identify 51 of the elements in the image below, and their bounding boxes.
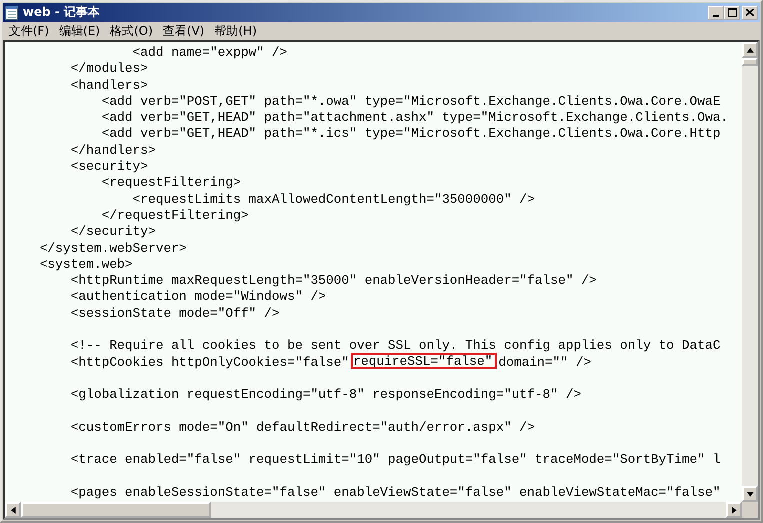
scroll-right-button[interactable] [726, 502, 742, 518]
code-line: <add verb="POST,GET" path="*.owa" type="Microsoft.Exchange.Clients.Owa.Core.OwaE [100, 94, 721, 110]
vertical-scrollbar[interactable] [742, 42, 758, 502]
scroll-left-button[interactable] [5, 502, 21, 518]
code-line: domain="" /> [498, 354, 592, 371]
scroll-down-button[interactable] [742, 486, 758, 502]
code-line: <pages enableSessionState="false" enableViewState="false" enableViewStateMac="false" [70, 485, 721, 502]
code-line: </security> [70, 224, 156, 241]
code-line: </requestFiltering> [100, 208, 249, 224]
code-line: <customErrors mode="On" defaultRedirect="auth/error.aspx" /> [70, 420, 536, 436]
menu-item[interactable]: 格式(O) [106, 22, 160, 40]
close-button[interactable] [742, 6, 758, 20]
code-line: <security> [70, 159, 148, 176]
code-line: <httpCookies httpOnlyCookies="false" [70, 354, 350, 371]
minimize-button[interactable] [708, 6, 724, 20]
code-line: <globalization requestEncoding="utf-8" responseEncoding="utf-8" /> [70, 387, 582, 404]
code-line: <handlers> [70, 78, 148, 94]
window-title: web - 记事本 [23, 4, 102, 21]
scroll-thumb[interactable] [742, 58, 758, 66]
code-line: <requestFiltering> [100, 175, 242, 192]
code-line: <add verb="GET,HEAD" path="attachment.ashx" type="Microsoft.Exchange.Clients.Owa. [100, 110, 728, 126]
code-line: <requestLimits maxAllowedContentLength="35000000" /> [132, 192, 536, 208]
code-line: <add name="exppw" /> [132, 45, 288, 62]
minimize-icon [713, 14, 719, 16]
scroll-thumb[interactable] [21, 502, 211, 518]
code-line: <add verb="GET,HEAD" path="*.ics" type="Microsoft.Exchange.Clients.Owa.Core.Http [100, 126, 721, 143]
code-line: </system.webServer> [38, 240, 187, 257]
left-arrow-icon [10, 506, 16, 514]
right-arrow-icon [732, 506, 736, 514]
code-line: <sessionState mode="Off" /> [70, 306, 280, 322]
highlighted-text: requireSSL="false" [351, 352, 497, 369]
menu-item[interactable]: 文件(F) [5, 22, 56, 40]
code-line: <authentication mode="Windows" /> [70, 289, 326, 306]
notepad-icon [5, 4, 19, 20]
menu-item[interactable]: 查看(V) [159, 22, 211, 40]
code-line: </modules> [70, 61, 148, 78]
menu-item[interactable]: 帮助(H) [210, 22, 263, 40]
up-arrow-icon [746, 48, 754, 52]
close-icon [746, 9, 754, 16]
code-line: <!-- Require all cookies to be sent over SSL only. This config applies only to DataC [70, 338, 721, 355]
code-line: <trace enabled="false" requestLimit="10" pageOutput="false" traceMode="SortByTime" l [70, 452, 721, 469]
maximize-button[interactable] [724, 6, 740, 20]
horizontal-scrollbar[interactable] [5, 502, 758, 518]
scrollbar-corner [742, 502, 758, 518]
code-line: </handlers> [70, 142, 156, 160]
code-line: <httpRuntime maxRequestLength="35000" enableVersionHeader="false" /> [70, 273, 597, 290]
maximize-icon [728, 8, 736, 17]
scroll-up-button[interactable] [742, 42, 758, 58]
down-arrow-icon [746, 492, 754, 496]
code-line: <system.web> [38, 256, 133, 274]
menu-item[interactable]: 编辑(E) [55, 22, 106, 40]
